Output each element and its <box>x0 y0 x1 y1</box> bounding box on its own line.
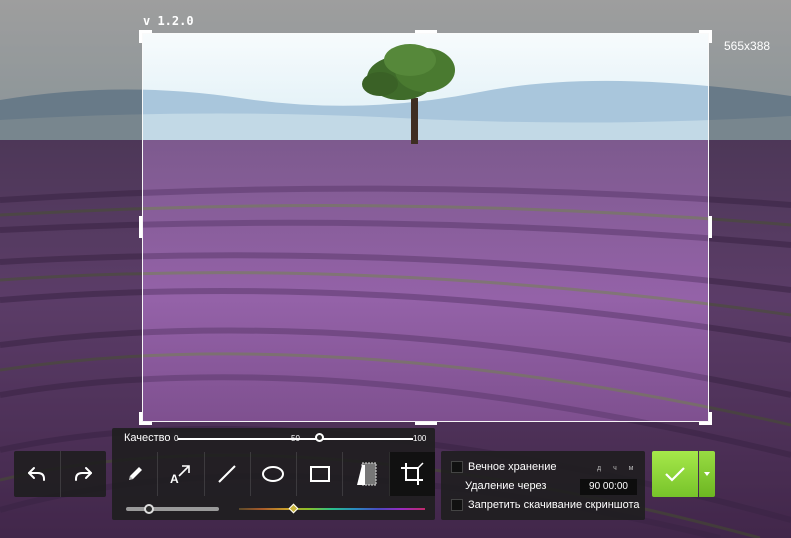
resize-handle-bottom-left[interactable] <box>139 412 152 425</box>
dim-left <box>0 34 143 421</box>
time-unit-hours: ч <box>613 465 617 472</box>
crop-icon <box>401 462 424 485</box>
color-slider-track[interactable] <box>239 508 425 510</box>
rectangle-icon <box>309 466 330 482</box>
confirm-button-group <box>652 451 715 497</box>
quality-slider-knob[interactable] <box>315 433 324 442</box>
quality-mid-label: 50 <box>291 434 300 443</box>
time-unit-days: д <box>596 465 602 472</box>
resize-handle-top-left[interactable] <box>139 30 152 43</box>
crop-tool[interactable] <box>388 452 435 496</box>
line-tool[interactable] <box>203 452 250 496</box>
permanent-storage-checkbox[interactable] <box>451 461 463 473</box>
color-slider-knob[interactable] <box>288 503 299 514</box>
time-units-header: дчм <box>591 465 639 472</box>
confirm-upload-button[interactable] <box>652 451 698 497</box>
resize-handle-bottom-right[interactable] <box>699 412 712 425</box>
dim-top <box>0 0 791 34</box>
version-label: v 1.2.0 <box>143 14 194 28</box>
resize-handle-top[interactable] <box>415 30 437 33</box>
arrow-text-tool[interactable]: A <box>157 452 203 496</box>
delete-after-option: Удаление через <box>465 480 546 492</box>
undo-icon <box>27 467 45 481</box>
brush-size-slider-track[interactable] <box>126 507 219 511</box>
chevron-down-icon <box>704 472 710 476</box>
ellipse-tool[interactable] <box>249 452 296 496</box>
resize-handle-left[interactable] <box>139 216 142 238</box>
marker-icon <box>357 462 377 486</box>
tool-row: A <box>112 452 435 496</box>
resize-handle-top-right[interactable] <box>699 30 712 43</box>
checkmark-icon <box>665 467 685 482</box>
pencil-tool[interactable] <box>112 452 157 496</box>
options-panel: Вечное хранение д ч м Удаление через Запре… <box>441 451 645 520</box>
confirm-options-dropdown[interactable] <box>699 451 715 497</box>
line-icon <box>218 465 236 483</box>
selection-size-readout: 565x388 <box>724 39 771 53</box>
redo-button[interactable] <box>59 451 107 497</box>
quality-max-label: 100 <box>413 434 427 443</box>
rectangle-tool[interactable] <box>296 452 342 496</box>
permanent-storage-option[interactable]: Вечное хранение <box>451 461 556 473</box>
arrow-text-icon: A <box>170 465 190 485</box>
pencil-icon <box>128 467 142 480</box>
resize-handle-bottom[interactable] <box>415 422 437 425</box>
delete-after-label: Удаление через <box>465 480 547 492</box>
forbid-download-label: Запретить скачивание скриншота <box>468 499 640 511</box>
undo-button[interactable] <box>14 451 60 497</box>
time-unit-minutes: м <box>628 465 634 472</box>
resize-handle-right[interactable] <box>709 216 712 238</box>
dim-right <box>708 34 791 421</box>
capture-selection[interactable] <box>139 30 712 425</box>
ellipse-icon <box>262 466 285 482</box>
quality-min-label: 0 <box>174 434 179 443</box>
svg-text:A: A <box>170 472 179 485</box>
delete-after-time-input[interactable] <box>580 479 637 495</box>
history-panel <box>14 451 106 497</box>
forbid-download-option[interactable]: Запретить скачивание скриншота <box>451 499 640 511</box>
redo-icon <box>75 467 93 481</box>
forbid-download-checkbox[interactable] <box>451 499 463 511</box>
marker-tool[interactable] <box>342 452 388 496</box>
brush-size-slider-knob[interactable] <box>144 504 154 514</box>
tools-panel: Качество 0 50 100 A <box>112 428 435 520</box>
permanent-storage-label: Вечное хранение <box>468 461 557 473</box>
quality-label: Качество <box>124 432 171 444</box>
